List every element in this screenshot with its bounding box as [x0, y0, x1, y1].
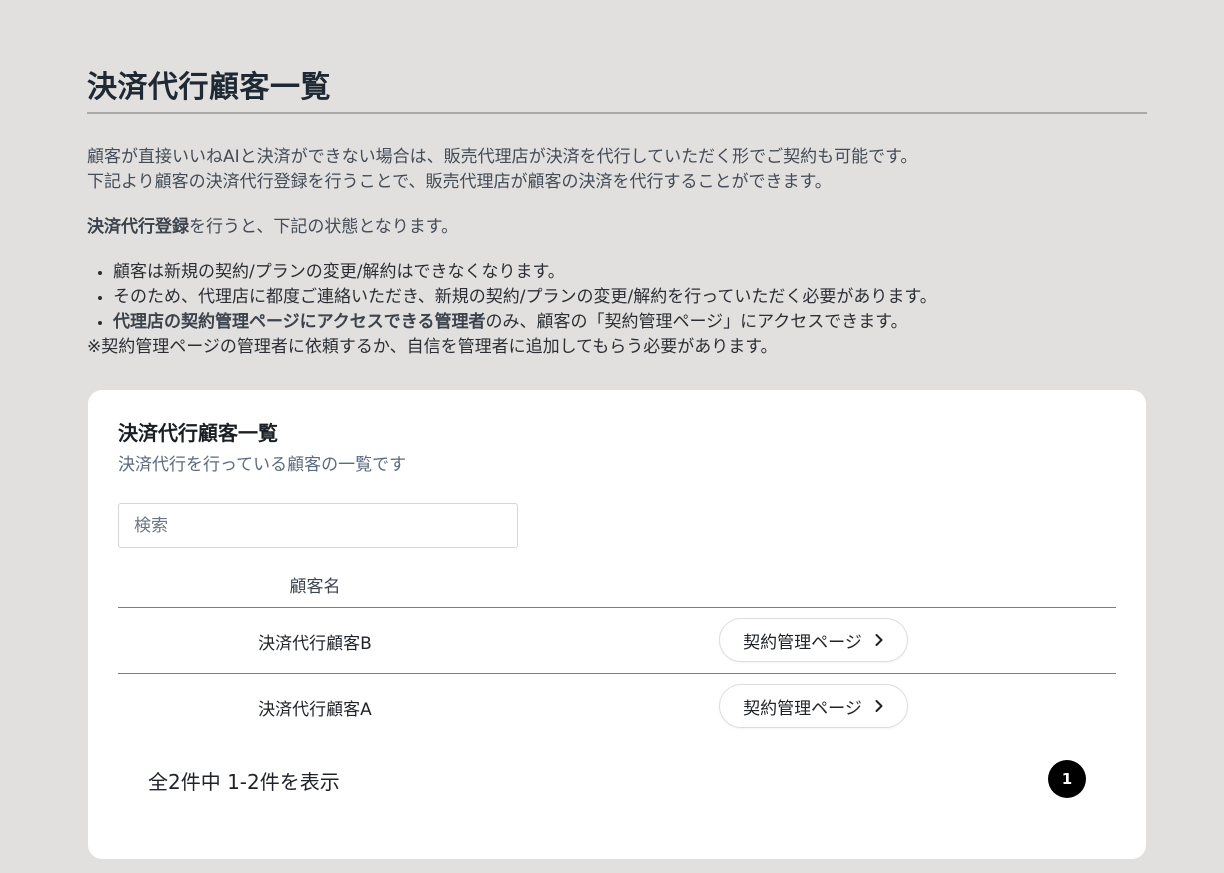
- state-description: 決済代行登録を行うと、下記の状態となります。: [87, 215, 1147, 240]
- intro-section: 顧客が直接いいねAIと決済ができない場合は、販売代理店が決済を代行していただく形…: [87, 145, 1147, 360]
- state-bullet-list: 顧客は新規の契約/プランの変更/解約はできなくなります。 そのため、代理店に都度…: [87, 260, 1147, 335]
- title-divider: [87, 112, 1147, 114]
- chevron-right-icon: [874, 633, 884, 647]
- contract-management-button[interactable]: 契約管理ページ: [719, 618, 908, 662]
- bullet-text: そのため、代理店に都度ご連絡いただき、新規の契約/プランの変更/解約を行っていた…: [113, 287, 937, 307]
- contract-management-button[interactable]: 契約管理ページ: [719, 684, 908, 728]
- bullet-item: 代理店の契約管理ページにアクセスできる管理者のみ、顧客の「契約管理ページ」にアク…: [113, 310, 1147, 335]
- card-title: 決済代行顧客一覧: [118, 421, 278, 445]
- customer-list-card: 決済代行顧客一覧 決済代行を行っている顧客の一覧です 顧客名 決済代行顧客B 契…: [88, 390, 1146, 859]
- chevron-right-icon: [874, 699, 884, 713]
- contract-management-button-label: 契約管理ページ: [743, 698, 862, 719]
- pagination-summary: 全2件中 1-2件を表示: [148, 770, 340, 794]
- customer-name-cell: 決済代行顧客A: [258, 700, 372, 720]
- pagination-page-button[interactable]: 1: [1048, 760, 1086, 798]
- bullet-text: 顧客は新規の契約/プランの変更/解約はできなくなります。: [113, 262, 565, 282]
- page-title: 決済代行顧客一覧: [87, 70, 331, 105]
- table-header: 顧客名: [118, 560, 1116, 608]
- table-row: 決済代行顧客B 契約管理ページ: [118, 608, 1116, 674]
- column-header-customer-name: 顧客名: [289, 577, 341, 597]
- intro-line-2: 下記より顧客の決済代行登録を行うことで、販売代理店が顧客の決済を代行することがで…: [87, 172, 832, 192]
- customer-table: 顧客名 決済代行顧客B 契約管理ページ 決済代行顧客A 契約管理ページ: [118, 560, 1116, 739]
- table-row: 決済代行顧客A 契約管理ページ: [118, 674, 1116, 739]
- customer-name-cell: 決済代行顧客B: [258, 634, 372, 654]
- bullet-item: 顧客は新規の契約/プランの変更/解約はできなくなります。: [113, 260, 1147, 285]
- note-text: ※契約管理ページの管理者に依頼するか、自信を管理者に追加してもらう必要があります…: [87, 337, 778, 357]
- state-rest-text: を行うと、下記の状態となります。: [189, 217, 459, 237]
- search-input[interactable]: [118, 503, 518, 548]
- bullet-item: そのため、代理店に都度ご連絡いただき、新規の契約/プランの変更/解約を行っていた…: [113, 285, 1147, 310]
- intro-line-1: 顧客が直接いいねAIと決済ができない場合は、販売代理店が決済を代行していただく形…: [87, 147, 918, 167]
- bullet-bold-text: 代理店の契約管理ページにアクセスできる管理者: [113, 312, 486, 332]
- intro-lead: 顧客が直接いいねAIと決済ができない場合は、販売代理店が決済を代行していただく形…: [87, 145, 1147, 195]
- bullet-text: のみ、顧客の「契約管理ページ」にアクセスできます。: [485, 312, 908, 332]
- state-bold-text: 決済代行登録: [87, 217, 189, 237]
- card-subtitle: 決済代行を行っている顧客の一覧です: [118, 455, 407, 475]
- contract-management-button-label: 契約管理ページ: [743, 632, 862, 653]
